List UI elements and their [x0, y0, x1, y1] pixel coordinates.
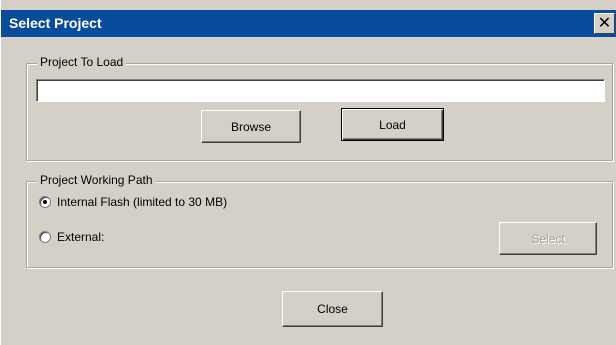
project-to-load-group: Project To Load Browse Load	[26, 55, 613, 161]
load-button[interactable]: Load	[341, 108, 444, 141]
dialog-title: Select Project	[9, 15, 102, 31]
select-button-label: Select	[531, 231, 565, 246]
project-working-path-legend: Project Working Path	[37, 173, 156, 187]
internal-flash-radio[interactable]	[39, 196, 51, 208]
close-icon: ✕	[597, 14, 612, 32]
title-close-button[interactable]: ✕	[594, 13, 615, 34]
project-working-path-group: Project Working Path Internal Flash (lim…	[26, 173, 613, 268]
browse-button-label: Browse	[230, 119, 271, 134]
external-radio-option[interactable]: External:	[39, 230, 104, 244]
load-button-label: Load	[379, 117, 406, 132]
title-bar[interactable]: Select Project ✕	[1, 10, 616, 37]
select-button[interactable]: Select	[499, 222, 597, 255]
browse-button[interactable]: Browse	[201, 110, 301, 143]
internal-flash-label: Internal Flash (limited to 30 MB)	[57, 195, 228, 209]
close-button-label: Close	[317, 302, 348, 316]
project-to-load-legend: Project To Load	[37, 55, 127, 69]
close-button[interactable]: Close	[282, 291, 383, 327]
project-path-input[interactable]	[36, 79, 605, 102]
internal-flash-radio-option[interactable]: Internal Flash (limited to 30 MB)	[39, 195, 227, 209]
select-project-dialog: Select Project ✕ Project To Load Browse …	[0, 0, 616, 345]
external-label: External:	[57, 230, 105, 244]
external-radio[interactable]	[39, 231, 51, 243]
